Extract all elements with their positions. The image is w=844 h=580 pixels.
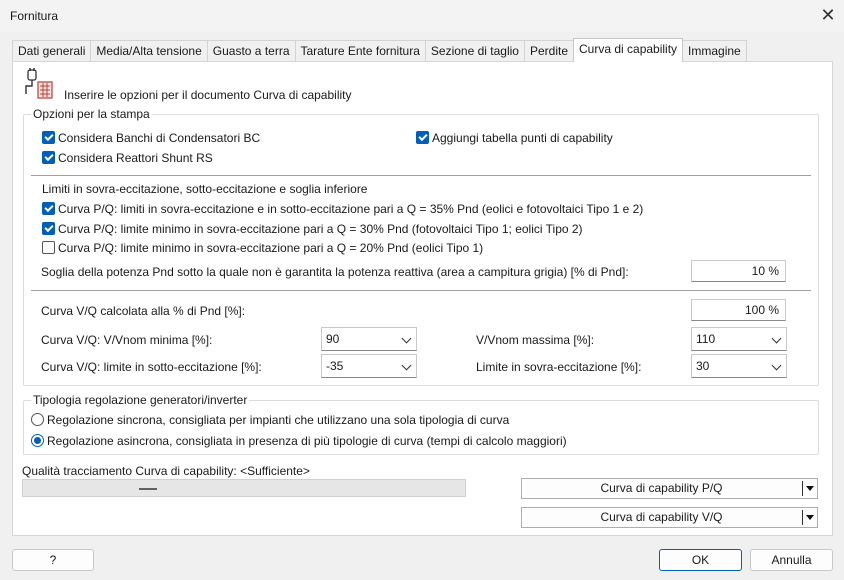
split-divider [802,510,803,525]
tab-perdite[interactable]: Perdite [523,40,574,62]
print-options-legend: Opzioni per la stampa [31,107,152,121]
chevron-down-icon [401,333,412,344]
quality-slider[interactable] [22,479,466,497]
separator [31,175,811,176]
rs-checkbox[interactable] [42,151,55,164]
vmin-select[interactable]: 90 [321,327,417,351]
header-text: Inserire le opzioni per il documento Cur… [64,88,352,102]
over-excitation-value: 30 [696,359,710,373]
over-excitation-select[interactable]: 30 [691,354,787,378]
threshold-label: Soglia della potenza Pnd sotto la quale … [41,265,629,279]
async-radio[interactable] [31,434,44,447]
close-icon[interactable]: ✕ [818,4,838,26]
limit-30-checkbox[interactable] [42,222,55,235]
async-label: Regolazione asincrona, consigliata in pr… [47,434,567,448]
rs-label: Considera Reattori Shunt RS [58,151,213,165]
title-bar [0,0,844,32]
over-excitation-label: Limite in sovra-eccitazione [%]: [476,360,642,374]
separator [31,290,811,291]
tab-sezione-di-taglio[interactable]: Sezione di taglio [424,40,525,62]
vq-capability-button[interactable]: Curva di capability V/Q [521,507,818,528]
plug-document-icon [22,68,54,100]
cancel-button[interactable]: Annulla [750,549,833,571]
under-excitation-label: Curva V/Q: limite in sotto-eccitazione [… [41,360,262,374]
chevron-down-icon [771,333,782,344]
sync-radio[interactable] [31,413,44,426]
vmax-value: 110 [696,332,716,346]
limit-35-label: Curva P/Q: limiti in sovra-eccitazione e… [58,202,644,216]
chevron-down-icon [401,360,412,371]
tab-curva-di-capability[interactable]: Curva di capability [573,38,684,62]
quality-slider-thumb[interactable] [139,488,157,490]
quality-label: Qualità tracciamento Curva di capability… [22,464,310,478]
pq-capability-label: Curva di capability P/Q [600,481,723,495]
threshold-input[interactable]: 10 % [691,260,786,282]
under-excitation-select[interactable]: -35 [321,354,417,378]
ok-button[interactable]: OK [659,549,742,571]
window-title: Fornitura [10,9,59,23]
under-excitation-value: -35 [326,359,344,373]
tab-guasto-a-terra[interactable]: Guasto a terra [206,40,296,62]
limit-20-label: Curva P/Q: limite minimo in sovra-eccita… [58,241,484,255]
limits-title: Limiti in sovra-eccitazione, sotto-eccit… [42,182,368,196]
tab-tarature-ente-fornitura[interactable]: Tarature Ente fornitura [294,40,426,62]
dropdown-arrow-icon[interactable] [806,515,814,520]
vmin-value: 90 [326,332,340,346]
vmin-label: Curva V/Q: V/Vnom minima [%]: [41,333,213,347]
bc-checkbox[interactable] [42,131,55,144]
vq-capability-label: Curva di capability V/Q [600,510,723,524]
tab-media-alta-tensione[interactable]: Media/Alta tensione [90,40,208,62]
dropdown-arrow-icon[interactable] [806,486,814,491]
capability-table-label: Aggiungi tabella punti di capability [432,131,613,145]
vq-pct-input[interactable]: 100 % [691,299,786,321]
regulation-legend: Tipologia regolazione generatori/inverte… [31,393,250,407]
limit-35-checkbox[interactable] [42,202,55,215]
tab-dati-generali[interactable]: Dati generali [12,40,92,62]
vmax-label: V/Vnom massima [%]: [476,333,595,347]
vq-pct-label: Curva V/Q calcolata alla % di Pnd [%]: [41,304,246,318]
tab-immagine[interactable]: Immagine [682,40,747,62]
sync-label: Regolazione sincrona, consigliata per im… [47,413,510,427]
limit-20-checkbox[interactable] [42,241,55,254]
pq-capability-button[interactable]: Curva di capability P/Q [521,478,818,499]
vmax-select[interactable]: 110 [691,327,787,351]
tab-strip: Dati generali Media/Alta tensione Guasto… [12,38,747,62]
capability-table-checkbox[interactable] [416,131,429,144]
chevron-down-icon [771,360,782,371]
help-button[interactable]: ? [12,549,94,571]
limit-30-label: Curva P/Q: limite minimo in sovra-eccita… [58,222,583,236]
bc-label: Considera Banchi di Condensatori BC [58,131,261,145]
split-divider [802,481,803,496]
